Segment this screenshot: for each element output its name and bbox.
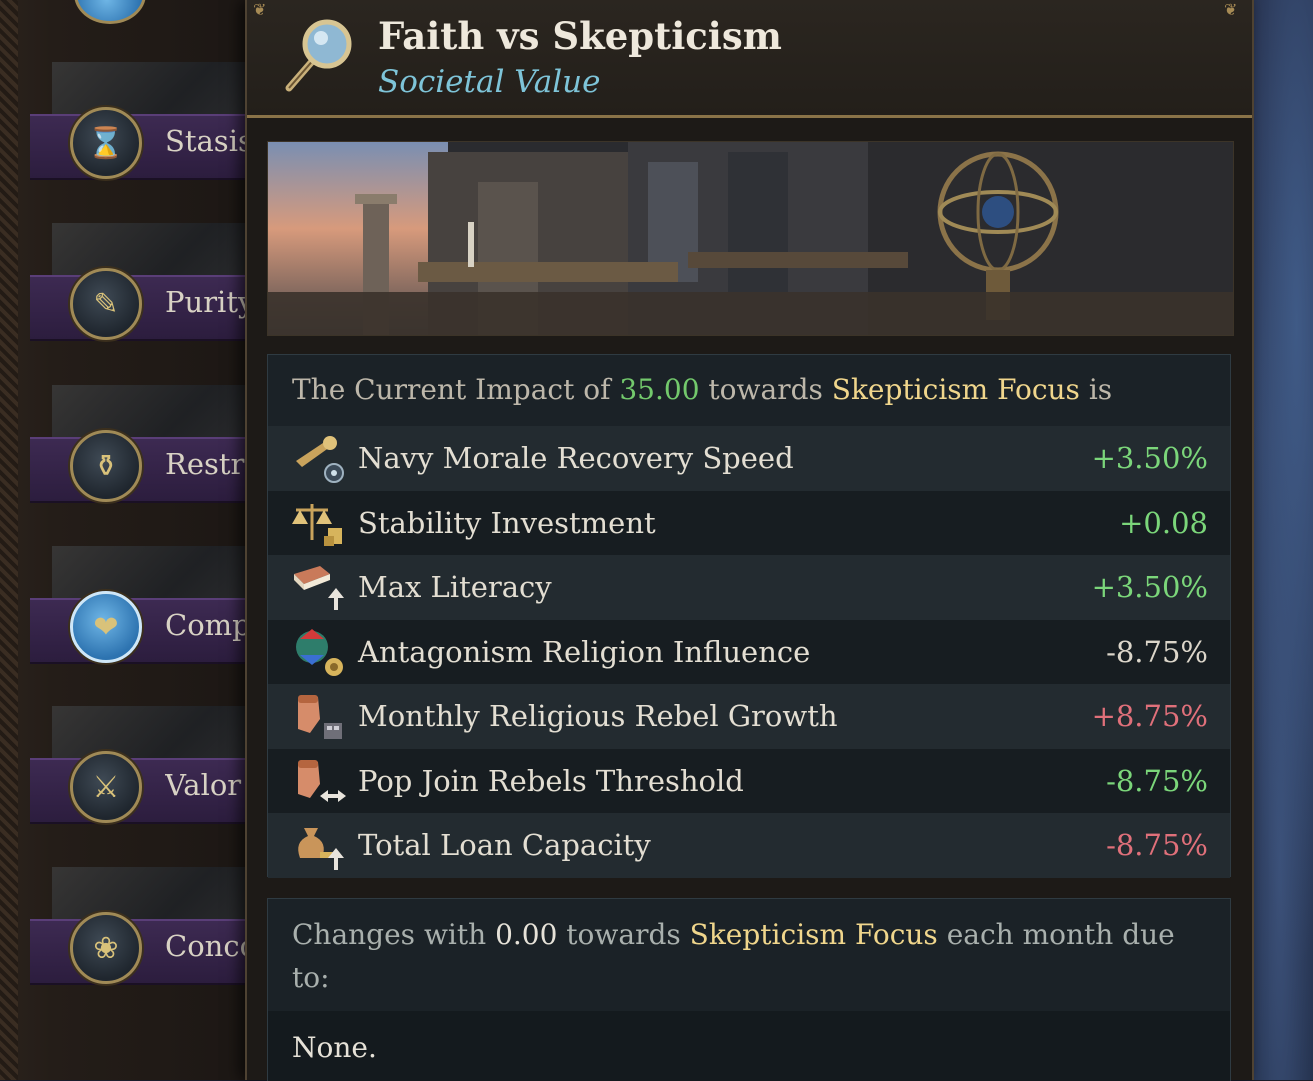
modifier-value: -8.75% xyxy=(1106,763,1208,798)
medal-glyph: ⚔ xyxy=(92,769,120,805)
modifier-value: -8.75% xyxy=(1106,828,1208,863)
sword-icon[interactable]: ⚔ xyxy=(70,751,142,823)
scales-icon xyxy=(290,496,348,550)
tooltip-subtitle: Societal Value xyxy=(378,64,601,100)
impact-focus-link[interactable]: Skepticism Focus xyxy=(832,373,1080,406)
impact-towards: towards xyxy=(699,373,832,406)
impact-suffix: is xyxy=(1079,373,1113,406)
change-text: Changes with 0.00 towards Skepticism Foc… xyxy=(292,913,1212,999)
impact-heading: The Current Impact of 35.00 towards Skep… xyxy=(292,373,1112,406)
panel-border xyxy=(0,0,18,1080)
value-list-item[interactable]: ✎ Purity xyxy=(30,223,260,373)
modifier-value: +3.50% xyxy=(1091,570,1208,605)
impact-amount: 35.00 xyxy=(619,373,700,406)
medal-glyph: ❀ xyxy=(93,930,119,966)
change-reasons-row: None. xyxy=(268,1011,1230,1081)
value-list-item[interactable]: ❀Concord xyxy=(30,867,260,1017)
modifier-name: Total Loan Capacity xyxy=(358,828,651,863)
medal-glyph: ⚱ xyxy=(93,448,119,484)
value-list-item[interactable]: ⚔ Valor xyxy=(30,706,260,856)
hands-icon[interactable]: ❤ xyxy=(70,591,142,663)
modifier-list: Navy Morale Recovery Speed +3.50% Stabilit… xyxy=(268,426,1230,878)
modifier-value: -8.75% xyxy=(1106,634,1208,669)
modifier-row: Monthly Religious Rebel Growth +8.75% xyxy=(268,684,1230,749)
money-bag-icon xyxy=(290,818,348,872)
monthly-change-panel: Changes with 0.00 towards Skepticism Foc… xyxy=(267,898,1231,1081)
change-towards: towards xyxy=(557,918,690,951)
religion-icon xyxy=(290,625,348,679)
impact-prefix: The Current Impact of xyxy=(292,373,620,406)
tooltip-title: Faith vs Skepticism xyxy=(378,14,782,58)
change-focus-link[interactable]: Skepticism Focus xyxy=(690,918,938,951)
value-list-item[interactable]: ❤Compassion xyxy=(30,546,260,696)
modifier-row: Navy Morale Recovery Speed +3.50% xyxy=(268,426,1230,491)
modifier-row: Stability Investment +0.08 xyxy=(268,490,1230,555)
modifier-row: Pop Join Rebels Threshold -8.75% xyxy=(268,748,1230,813)
modifier-name: Stability Investment xyxy=(358,505,656,540)
bugle-icon xyxy=(290,431,348,485)
modifier-row: Antagonism Religion Influence -8.75% xyxy=(268,619,1230,684)
medal-glyph: ❤ xyxy=(93,609,119,645)
book-icon xyxy=(290,560,348,614)
modifier-name: Navy Morale Recovery Speed xyxy=(358,441,794,476)
modifier-name: Max Literacy xyxy=(358,570,552,605)
modifier-row: Total Loan Capacity -8.75% xyxy=(268,813,1230,878)
urn-icon[interactable]: ⚱ xyxy=(70,430,142,502)
magnifying-glass-icon xyxy=(285,19,352,92)
hourglass-icon[interactable]: ⌛ xyxy=(70,107,142,179)
modifier-row: Max Literacy +3.50% xyxy=(268,555,1230,620)
value-tooltip: ❦ ❦ Faith vs Skepticism Societal Value T… xyxy=(245,0,1254,1081)
medal-glyph: ✎ xyxy=(93,286,119,322)
change-amount: 0.00 xyxy=(495,918,558,951)
modifier-name: Pop Join Rebels Threshold xyxy=(358,763,744,798)
value-list-item[interactable]: ⌛ Stasis xyxy=(30,62,260,212)
change-reasons-none: None. xyxy=(292,1031,377,1064)
tooltip-header: ❦ ❦ Faith vs Skepticism Societal Value xyxy=(247,0,1252,118)
modifier-value: +3.50% xyxy=(1091,441,1208,476)
change-prefix: Changes with xyxy=(292,918,496,951)
laurel-icon[interactable]: ❀ xyxy=(70,912,142,984)
medal-glyph: ⌛ xyxy=(87,125,125,161)
value-list-item[interactable]: ⚱Restraint xyxy=(30,385,260,535)
modifier-name: Antagonism Religion Influence xyxy=(358,634,811,669)
modifier-value: +0.08 xyxy=(1119,505,1208,540)
modifier-value: +8.75% xyxy=(1091,699,1208,734)
feather-icon[interactable]: ✎ xyxy=(70,268,142,340)
corner-ornament-icon: ❦ xyxy=(1224,0,1238,19)
modifier-name: Monthly Religious Rebel Growth xyxy=(358,699,838,734)
fist-icon xyxy=(290,689,348,743)
corner-ornament-icon: ❦ xyxy=(253,0,267,19)
current-impact-panel: The Current Impact of 35.00 towards Skep… xyxy=(267,354,1231,878)
fist-arrows-icon xyxy=(290,754,348,808)
value-illustration xyxy=(267,141,1234,336)
